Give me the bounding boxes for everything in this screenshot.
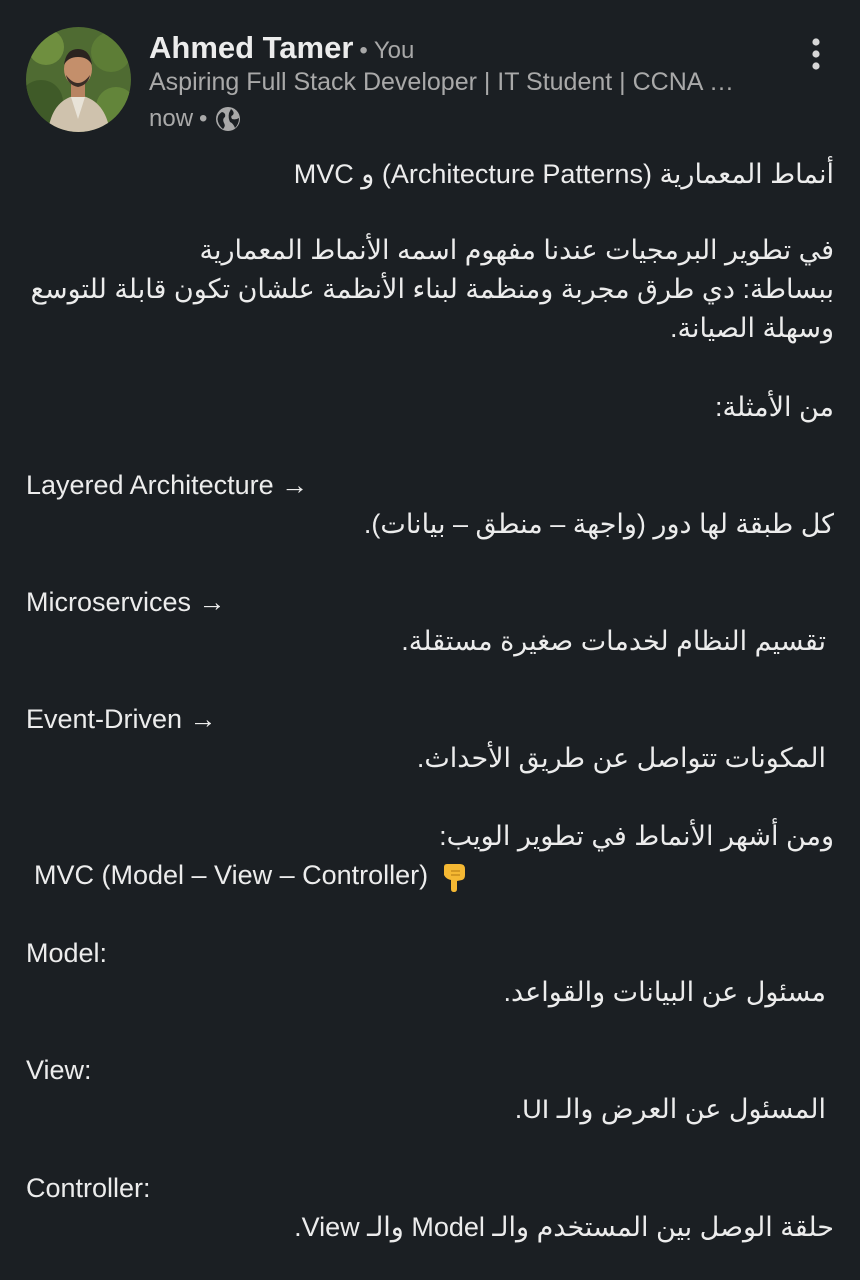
post-title: أنماط المعمارية (Architecture Patterns) … (293, 159, 834, 189)
example-microservices-desc: تقسيم النظام لخدمات صغيرة مستقلة. (401, 626, 826, 656)
example-event-driven-desc: المكونات تتواصل عن طريق الأحداث. (416, 743, 826, 773)
web-patterns-heading: ومن أشهر الأنماط في تطوير الويب: (439, 821, 834, 851)
example-layered-desc: كل طبقة لها دور (واجهة – منطق – بيانات). (363, 509, 834, 539)
component-controller-desc: حلقة الوصل بين المستخدم والـ Model والـ … (294, 1212, 834, 1242)
intro-line-1: في تطوير البرمجيات عندنا مفهوم اسمه الأن… (199, 235, 834, 265)
component-model-name: Model: (26, 938, 108, 968)
pointing-down-hand-icon (438, 861, 470, 893)
examples-heading: من الأمثلة: (715, 392, 834, 422)
post-body: أنماط المعمارية (Architecture Patterns) … (26, 0, 834, 1280)
component-controller-name: Controller: (26, 1173, 151, 1203)
component-view-desc: المسئول عن العرض والـ UI. (514, 1094, 826, 1124)
mvc-line: MVC (Model – View – Controller) (26, 857, 842, 893)
mvc-text: MVC (Model – View – Controller) (34, 860, 429, 890)
component-model-desc: مسئول عن البيانات والقواعد. (503, 977, 827, 1007)
intro-line-3: وسهلة الصيانة. (669, 313, 834, 343)
component-view-name: View: (26, 1055, 92, 1085)
example-microservices-name: Microservices → (26, 587, 226, 617)
example-layered-name: Layered Architecture → (26, 470, 309, 500)
example-event-driven-name: Event-Driven → (26, 704, 217, 734)
intro-line-2: ببساطة: دي طرق مجربة ومنظمة لبناء الأنظم… (30, 274, 834, 304)
